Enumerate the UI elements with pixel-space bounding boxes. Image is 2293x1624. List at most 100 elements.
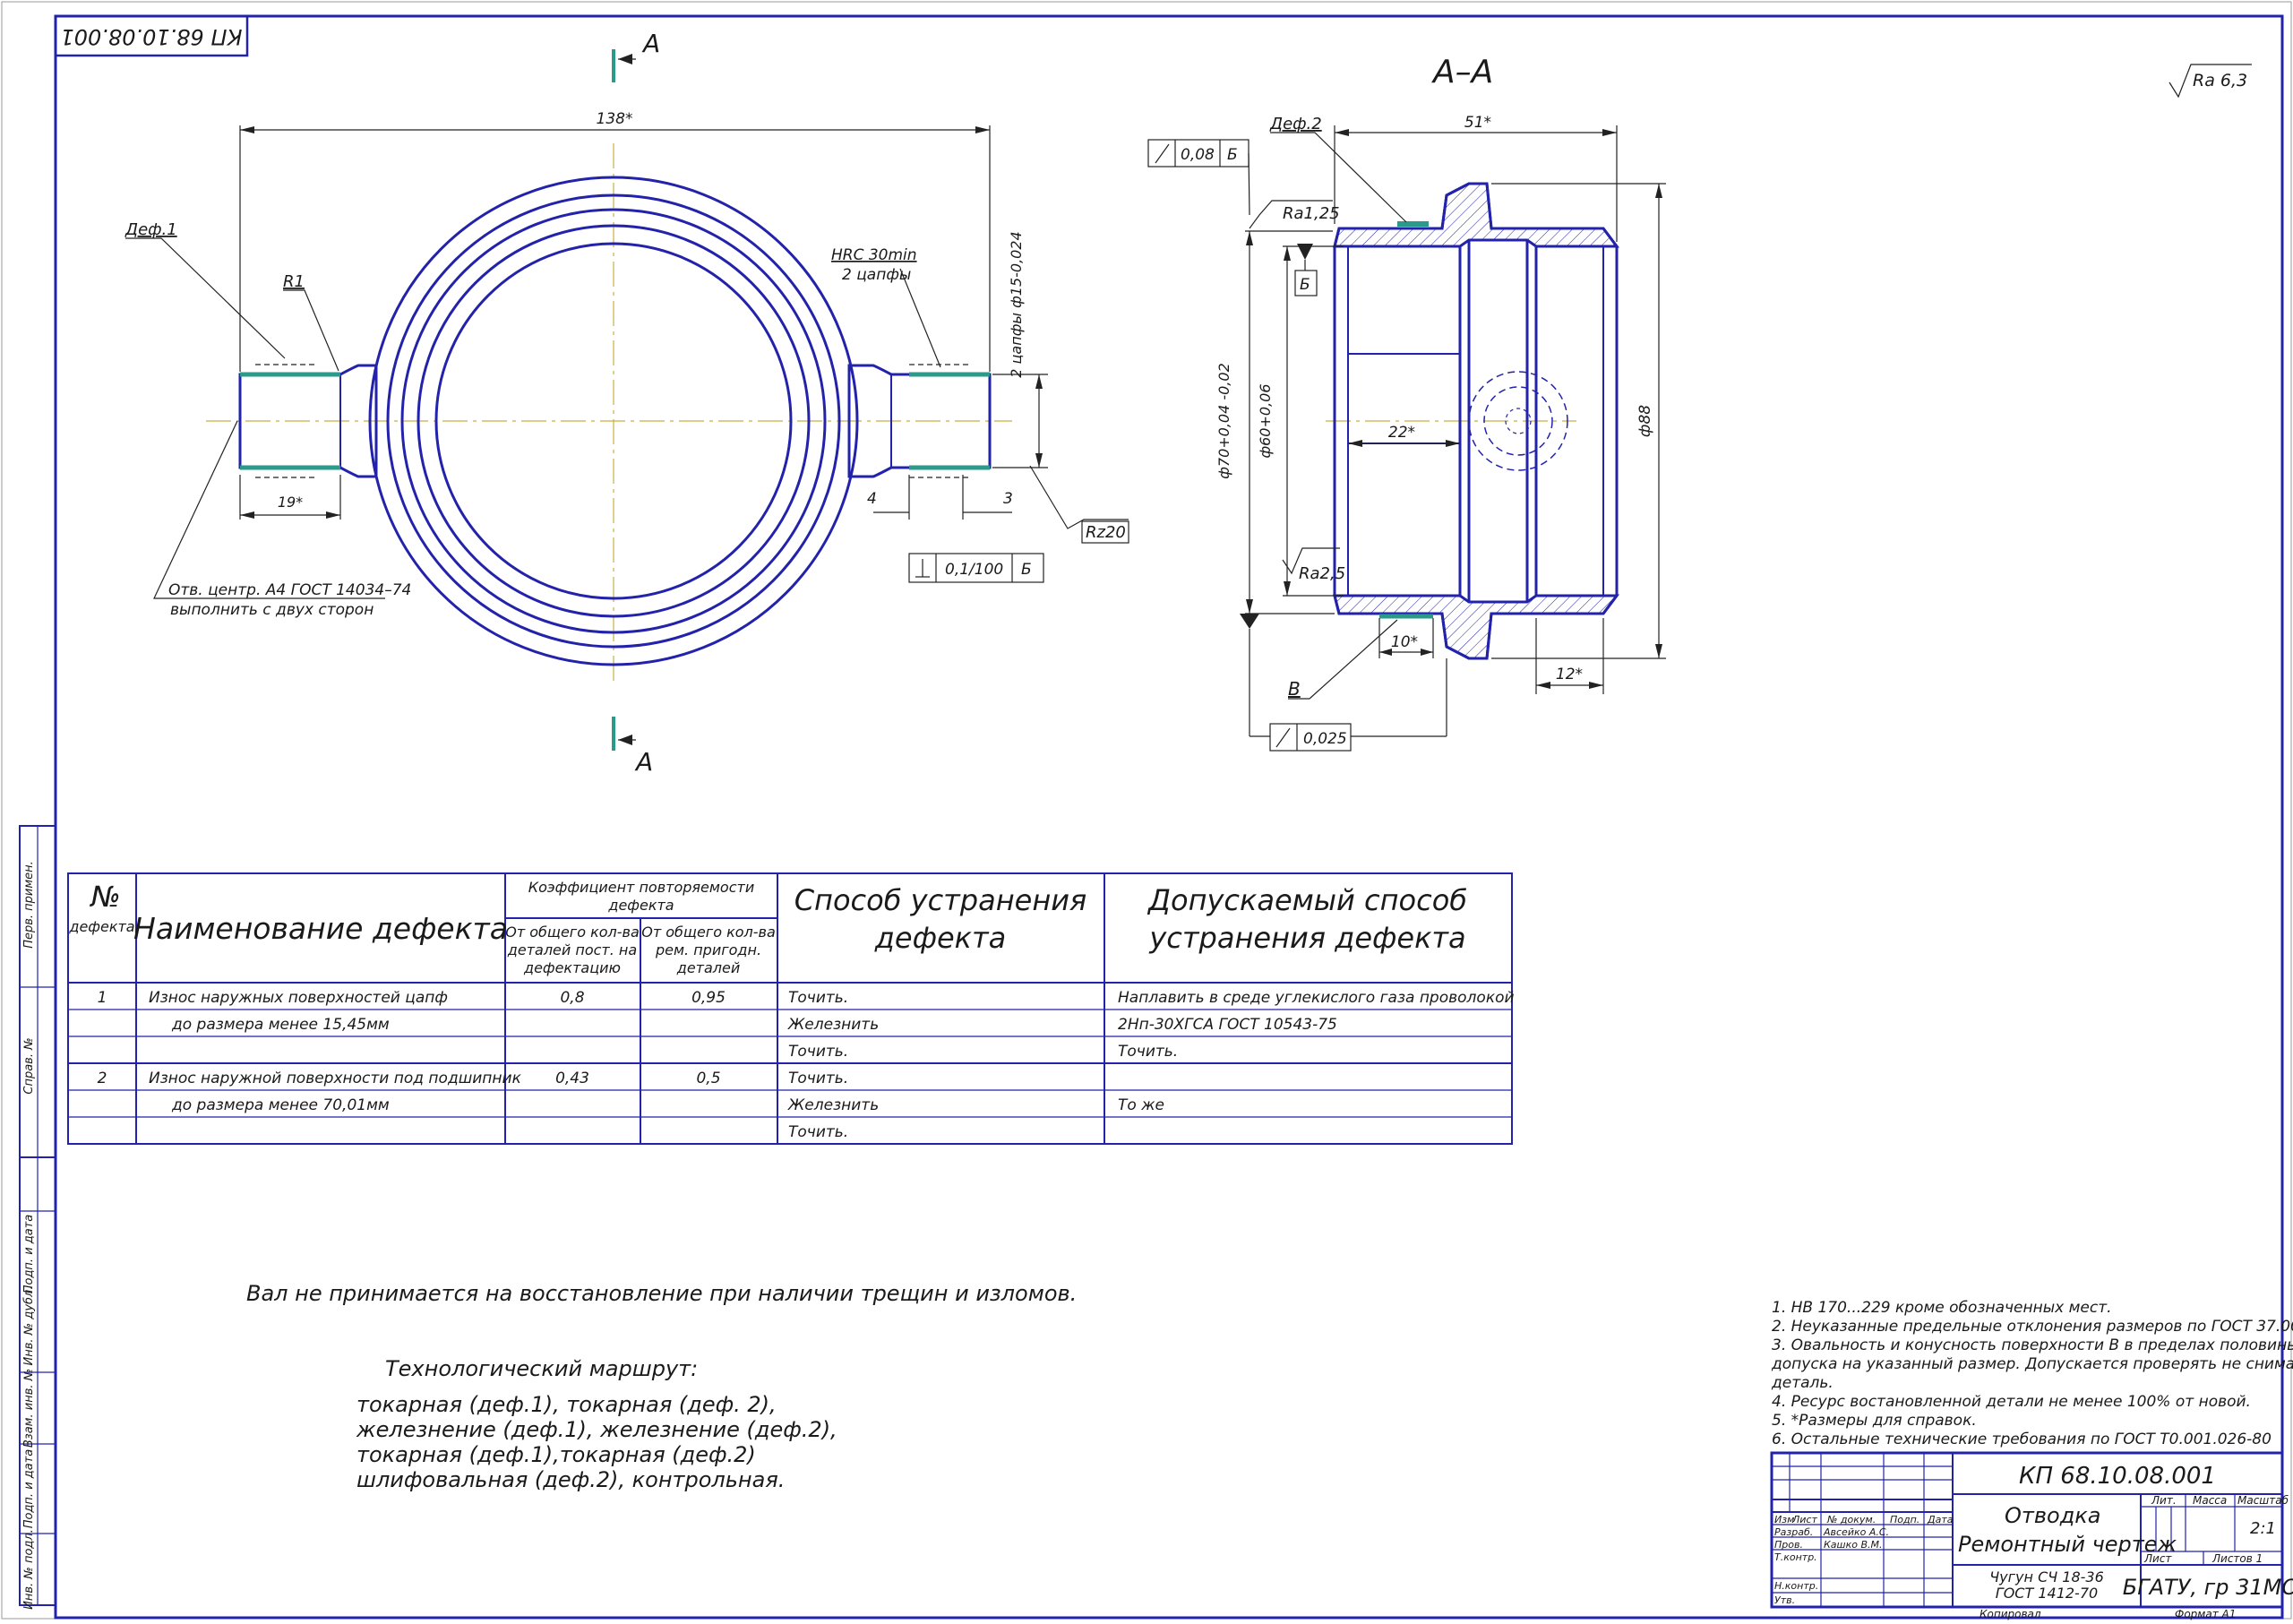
- tech-req-5: 4. Ресурс востановленной детали не менее…: [1772, 1393, 2251, 1411]
- table-h-no: №: [89, 880, 120, 914]
- table-cell-b: 0,5: [696, 1070, 720, 1087]
- tb-format: Формат А1: [2175, 1608, 2236, 1620]
- title-block: Изм Лист № докум. Подп. Дата Разраб. Про…: [1770, 1451, 2293, 1620]
- table-cell-method: Железнить: [787, 1096, 879, 1114]
- perp-base: Б: [1021, 561, 1032, 579]
- tech-req-2: 3. Овальность и конусность поверхности В…: [1772, 1336, 2293, 1354]
- table-h-method: Способ устранения дефекта: [794, 883, 1087, 955]
- tb-name-1: Кашко В.М.: [1824, 1539, 1883, 1551]
- tb-role-1: Пров.: [1774, 1539, 1803, 1551]
- tb-h-scale: Масштаб: [2237, 1494, 2289, 1507]
- table-cell-method: Железнить: [787, 1016, 879, 1034]
- route-line-0: токарная (деф.1), токарная (деф. 2),: [356, 1392, 777, 1417]
- tech-requirements: 1. НВ 170...229 кроме обозначенных мест.…: [1771, 1299, 2293, 1448]
- dim-22: 22*: [1388, 424, 1415, 442]
- section-title: А–А: [1431, 54, 1493, 90]
- tb-h-mass: Масса: [2193, 1494, 2227, 1507]
- runout-top: 0,08: [1181, 146, 1215, 164]
- dim-10: 10*: [1391, 633, 1418, 651]
- center-hole-note-1: Отв. центр. А4 ГОСТ 14034–74: [168, 581, 411, 599]
- table-rows: 1 Износ наружных поверхностей цапф 0,8 0,95…: [98, 989, 1515, 1141]
- outer-trim: [1, 1, 2292, 1620]
- front-view: А А 138* Деф.1 R1 HRC 30min 2 цапфы 2 ца…: [125, 29, 1129, 777]
- table-cell-method: Точить.: [788, 1123, 848, 1141]
- runout-top-frame: 0,08 Б: [1147, 139, 1250, 216]
- table-h-allowed: Допускаемый способ устранения дефекта: [1146, 883, 1467, 955]
- tb-copied: Копировал: [1980, 1608, 2041, 1620]
- side-stamp-6: Инв. № подл.: [22, 1529, 36, 1610]
- section-marker-bottom: А: [634, 747, 653, 777]
- center-hole-note-2: выполнить с двух сторон: [170, 601, 374, 619]
- tb-material1: Чугун СЧ 18-36: [1989, 1568, 2104, 1585]
- rotated-stamp-text: КП 68.10.08.001: [60, 24, 242, 49]
- tech-req-6: 5. *Размеры для справок.: [1772, 1412, 1977, 1430]
- route-line-1: железнение (деф.1), железнение (деф.2),: [356, 1417, 837, 1442]
- ra125: Ra1,25: [1283, 204, 1340, 223]
- dim-51: 51*: [1464, 114, 1491, 132]
- side-stamp-0: Перв. примен.: [22, 861, 36, 949]
- table-cell-no: 2: [98, 1070, 107, 1087]
- defect-table: № дефекта Наименование дефекта Коэффицие…: [67, 872, 1515, 1145]
- side-stamp-1: Справ. №: [22, 1037, 36, 1094]
- tb-role-2: Т.контр.: [1774, 1551, 1817, 1563]
- dim-70: ф70+0,04 -0,02: [1215, 363, 1232, 479]
- dim-4: 4: [867, 490, 877, 508]
- tb-name1: Отводка: [2005, 1503, 2101, 1528]
- table-cell-allowed: 2Нп-30ХГСА ГОСТ 10543-75: [1118, 1016, 1337, 1034]
- tb-sheets: Листов 1: [2211, 1552, 2263, 1565]
- tb-name-0: Авсейко А.С.: [1823, 1526, 1889, 1538]
- route-line-3: шлифовальная (деф.2), контрольная.: [356, 1467, 785, 1492]
- tb-role-0: Разраб.: [1774, 1526, 1813, 1538]
- tb-scale: 2:1: [2250, 1519, 2276, 1538]
- dim-138: 138*: [597, 110, 633, 128]
- table-cell-no: 1: [98, 989, 107, 1007]
- rotated-stamp: КП 68.10.08.001: [54, 14, 249, 57]
- def1-label: Деф.1: [125, 220, 177, 239]
- hrc-sub: 2 цапфы: [842, 266, 911, 284]
- side-stamp-5: Подп. и дата: [22, 1449, 36, 1529]
- table-cell-allowed: То же: [1118, 1096, 1164, 1114]
- base-b: Б: [1300, 276, 1310, 294]
- tech-req-4: деталь.: [1771, 1374, 1834, 1392]
- tb-material2: ГОСТ 1412-70: [1996, 1585, 2098, 1602]
- drawing-sheet: КП 68.10.08.001 Ra 6,3 Перв. примен. Спр…: [1, 1, 2293, 1620]
- tb-col-3: Подп.: [1890, 1514, 1919, 1525]
- dim-19: 19*: [278, 494, 303, 511]
- table-cell-method: Точить.: [788, 1070, 848, 1087]
- side-stamp-2: Подп. и дата: [22, 1215, 36, 1294]
- tech-route: Технологический маршрут: токарная (деф.1…: [356, 1356, 837, 1492]
- runout-bottom: 0,025: [1303, 730, 1347, 748]
- tech-req-3: допуска на указанный размер. Допускается…: [1771, 1355, 2293, 1373]
- tech-req-7: 6. Остальные технические требования по Г…: [1772, 1431, 2272, 1448]
- table-cell-method: Точить.: [788, 989, 848, 1007]
- def2-label: Деф.2: [1269, 115, 1322, 133]
- journal-dim: 2 цапфы ф15-0,024: [1008, 231, 1025, 377]
- table-cell-method: Точить.: [788, 1043, 848, 1061]
- table-h-no-sub: дефекта: [68, 918, 134, 935]
- tb-sheet: Лист: [2143, 1552, 2172, 1565]
- tb-col-4: Дата: [1927, 1514, 1954, 1525]
- hrc-label: HRC 30min: [831, 246, 917, 264]
- dim-3: 3: [1003, 490, 1013, 508]
- binding-strip: Перв. примен. Справ. № Подп. и дата Инв.…: [19, 825, 56, 1610]
- table-cell-name: Износ наружных поверхностей цапф: [149, 989, 448, 1007]
- perp-tol: 0,1/100: [945, 561, 1003, 579]
- side-stamp-4: Взам. инв. №: [22, 1369, 36, 1448]
- table-h-name: Наименование дефекта: [133, 911, 508, 946]
- table-cell-a: 0,43: [555, 1070, 589, 1087]
- table-cell-name: Износ наружной поверхности под подшипник: [149, 1070, 522, 1087]
- dim-88: ф88: [1636, 405, 1654, 437]
- tb-col-1: Лист: [1791, 1514, 1817, 1525]
- general-roughness: Ra 6,3: [2168, 64, 2252, 99]
- side-stamp-3: Инв. № дубл.: [22, 1286, 36, 1366]
- ra25: Ra2,5: [1299, 564, 1345, 583]
- table-h-coef-a: От общего кол-ва деталей пост. на дефектац…: [505, 924, 640, 976]
- tb-designation: КП 68.10.08.001: [2019, 1463, 2216, 1490]
- table-cell-name: до размера менее 70,01мм: [171, 1096, 390, 1114]
- table-cell-allowed: Точить.: [1118, 1043, 1178, 1061]
- table-cell-name: до размера менее 15,45мм: [171, 1016, 390, 1034]
- table-cell-allowed: Наплавить в среде углекислого газа прово…: [1118, 989, 1515, 1007]
- tech-req-1: 2. Неуказанные предельные отклонения раз…: [1772, 1318, 2293, 1336]
- tech-req-0: 1. НВ 170...229 кроме обозначенных мест.: [1772, 1299, 2112, 1317]
- dim-12: 12*: [1556, 666, 1583, 683]
